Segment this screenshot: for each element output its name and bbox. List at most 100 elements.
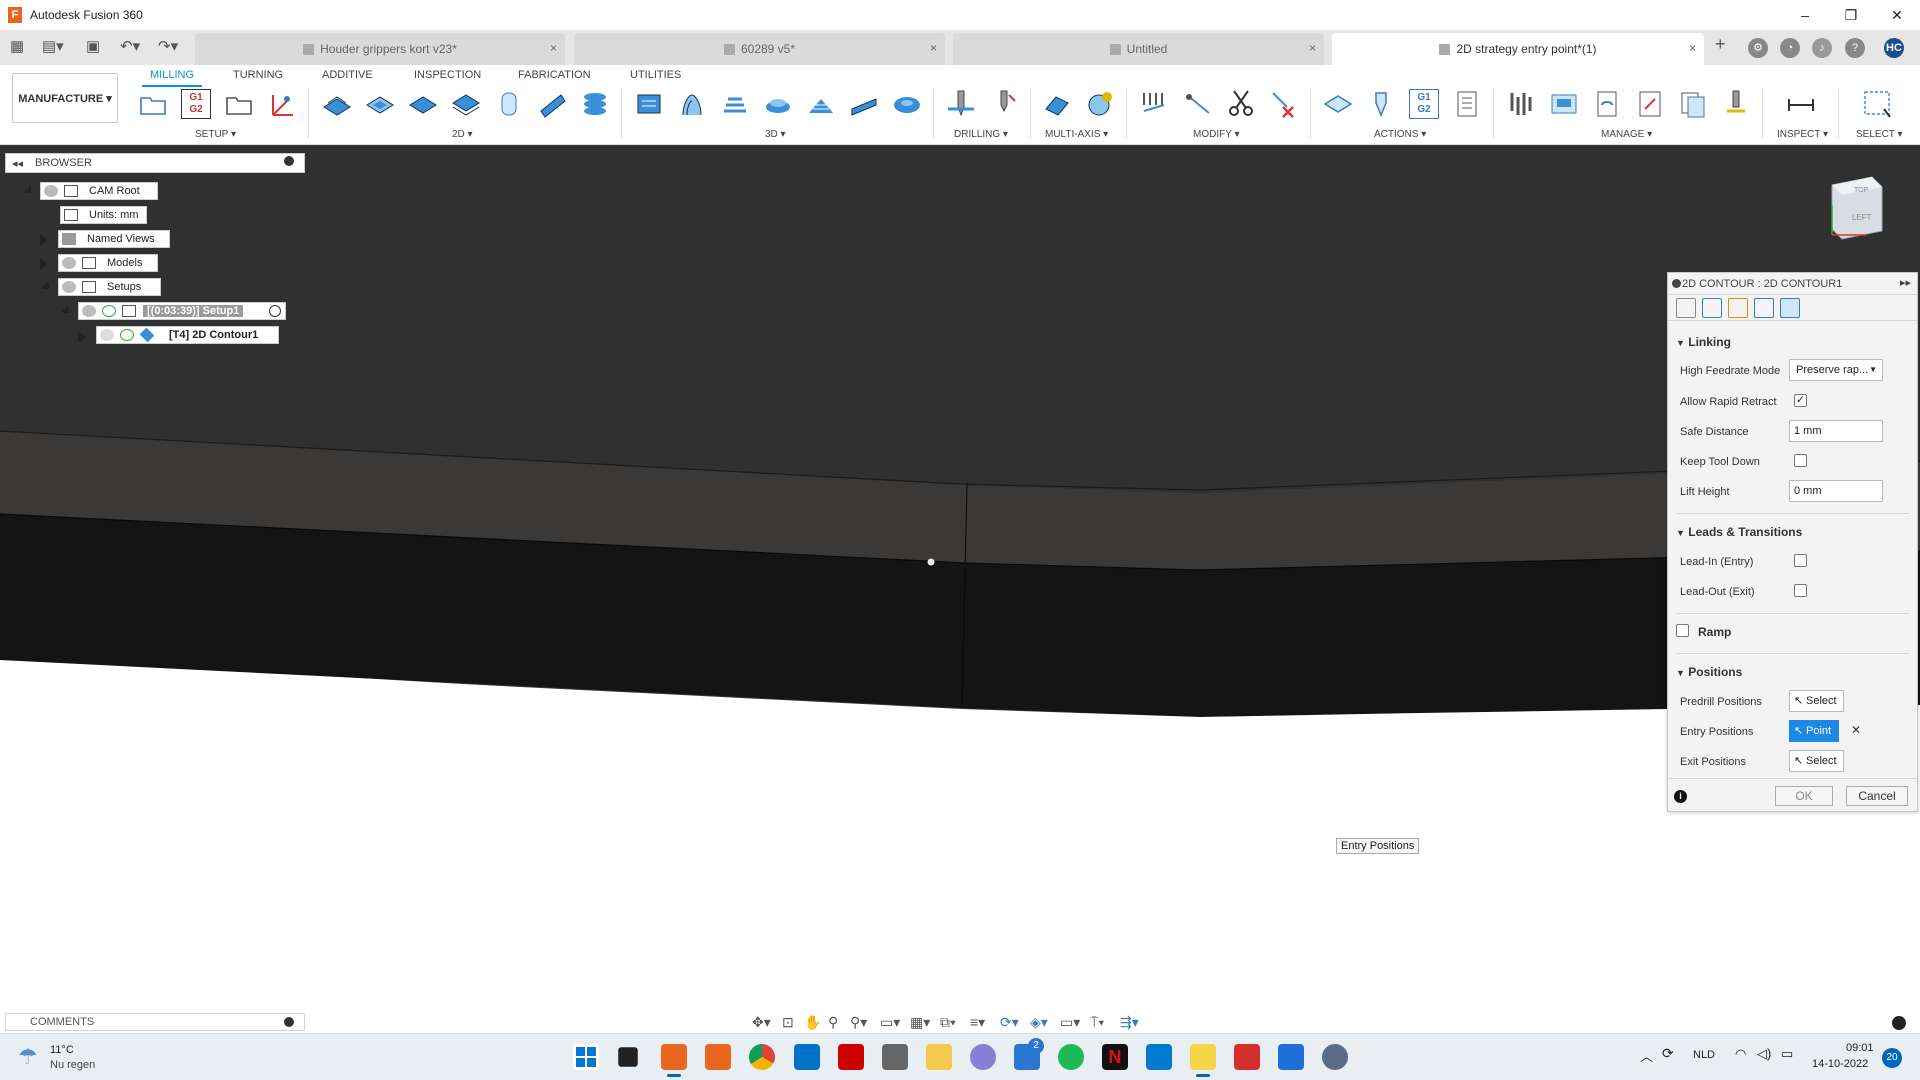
clear-entry-positions-icon[interactable]: ✕ [1851, 723, 1861, 737]
battery-icon[interactable]: ▭ [1781, 1046, 1793, 1062]
multiaxis-group-label[interactable]: MULTI-AXIS ▾ [1045, 129, 1108, 140]
pan-icon[interactable]: ✋ [804, 1014, 821, 1031]
minimize-button[interactable]: – [1782, 0, 1828, 30]
info-icon[interactable]: i [1674, 790, 1687, 803]
leads-section-toggle[interactable]: ▼ Leads & Transitions [1676, 525, 1802, 539]
redo-icon[interactable]: ↷▾ [158, 37, 178, 55]
toolpath-trim-icon[interactable] [1183, 89, 1213, 119]
display-settings-icon[interactable]: ▭▾ [880, 1014, 900, 1031]
machine-display-icon[interactable]: ▭▾ [1060, 1014, 1080, 1031]
clock-date[interactable]: 14-10-2022 [1812, 1058, 1868, 1070]
simulate-machine-icon[interactable] [1366, 89, 1396, 119]
probe-icon[interactable] [1721, 89, 1751, 119]
browser-options-icon[interactable] [284, 156, 294, 166]
tab-60289[interactable]: 60289 v5* × [574, 33, 945, 65]
tab-heights-icon[interactable] [1728, 297, 1748, 318]
lift-height-input[interactable]: 0 mm [1789, 480, 1883, 502]
wcs-icon[interactable] [267, 89, 297, 119]
ribbon-tab-utilities[interactable]: UTILITIES [630, 69, 681, 81]
browser-node-units[interactable]: Units: mm [60, 206, 147, 224]
close-window-button[interactable]: ✕ [1874, 0, 1920, 30]
tab-geometry-icon[interactable] [1702, 297, 1722, 318]
acrobat-icon[interactable] [1234, 1044, 1260, 1070]
task-manager-icon[interactable] [1678, 89, 1708, 119]
machine-library-icon[interactable] [1549, 89, 1579, 119]
job-status-icon[interactable]: ◔ [1780, 38, 1800, 58]
weather-description[interactable]: Nu regen [50, 1059, 95, 1071]
window-select-icon[interactable] [1862, 89, 1892, 119]
delete-toolpath-icon[interactable] [1269, 89, 1299, 119]
ribbon-tab-turning[interactable]: TURNING [233, 69, 283, 81]
simulation-icon[interactable]: ⇶▾ [1120, 1014, 1139, 1031]
fusion-360-app-icon[interactable] [661, 1044, 687, 1077]
ramp-checkbox[interactable] [1676, 624, 1689, 637]
hole-recognition-icon[interactable] [989, 89, 1019, 119]
keep-tool-down-checkbox[interactable] [1794, 454, 1807, 467]
windows-start-icon[interactable] [573, 1044, 599, 1070]
visibility-eye-icon[interactable] [44, 185, 58, 197]
settings-gear-icon[interactable] [1322, 1044, 1348, 1070]
tool-library-icon[interactable] [1506, 89, 1536, 119]
thread-icon[interactable] [580, 89, 610, 119]
notifications-count-badge[interactable]: 20 [1882, 1048, 1902, 1068]
expand-dialog-icon[interactable]: ▸▸ [1900, 276, 1911, 289]
visibility-eye-icon[interactable] [62, 257, 76, 269]
notepad-icon[interactable] [1278, 1044, 1304, 1070]
toolpath-display-icon[interactable]: ⟳▾ [1000, 1014, 1019, 1031]
tab-close-icon[interactable]: × [930, 41, 937, 55]
scissors-icon[interactable] [1226, 89, 1256, 119]
post-library-icon[interactable] [1592, 89, 1622, 119]
chrome-icon[interactable] [749, 1044, 775, 1070]
tool-display-icon[interactable]: ⍑▾ [1090, 1014, 1104, 1031]
allow-rapid-retract-checkbox[interactable]: ✓ [1794, 394, 1807, 407]
radial-icon[interactable] [892, 89, 922, 119]
exit-positions-select-button[interactable]: ↖ Select [1789, 750, 1844, 772]
select-group-label[interactable]: SELECT ▾ [1856, 129, 1903, 140]
fusion-360-alt-icon[interactable] [705, 1044, 731, 1070]
browser-node-models[interactable]: Models [58, 254, 158, 272]
undo-icon[interactable]: ↶▾ [120, 37, 140, 55]
visibility-eye-icon[interactable] [62, 281, 76, 293]
expand-named-views-icon[interactable] [40, 234, 48, 246]
post-process-icon[interactable]: G1 G2 [181, 89, 211, 119]
calculator-icon[interactable] [882, 1044, 908, 1070]
drill-icon[interactable] [946, 89, 976, 119]
tab-close-icon[interactable]: × [550, 41, 557, 55]
ok-button[interactable]: OK [1775, 786, 1833, 806]
drilling-group-label[interactable]: DRILLING ▾ [954, 129, 1008, 140]
ribbon-tab-milling[interactable]: MILLING [141, 69, 203, 87]
3d-pocket-icon[interactable] [677, 89, 707, 119]
steep-shallow-icon[interactable] [720, 89, 750, 119]
comments-panel-header[interactable]: COMMENTS [5, 1013, 305, 1031]
save-icon[interactable]: ▣ [86, 37, 100, 55]
view-cube[interactable]: LEFT TOP [1826, 175, 1888, 240]
visibility-eye-icon[interactable] [82, 305, 96, 317]
stock-display-icon[interactable]: ≡▾ [970, 1014, 985, 1031]
vscode-icon[interactable] [1146, 1044, 1172, 1070]
viewports-icon[interactable]: ⧉▾ [940, 1014, 956, 1031]
browser-node-2d-contour[interactable]: [T4] 2D Contour1 [96, 326, 279, 344]
tab-houder-grippers[interactable]: Houder grippers kort v23* × [195, 33, 565, 65]
grid-icon[interactable]: ▦▾ [910, 1014, 930, 1031]
new-tab-icon[interactable]: + [1715, 34, 1726, 55]
activate-setup-icon[interactable] [269, 305, 281, 317]
2d-pocket-icon[interactable] [365, 89, 395, 119]
collapse-browser-icon[interactable]: ◂◂ [12, 157, 23, 170]
tab-untitled[interactable]: Untitled × [953, 33, 1324, 65]
setup-sheet-icon[interactable] [224, 89, 254, 119]
edit-toolpath-icon[interactable] [1140, 89, 1170, 119]
sticky-notes-icon[interactable] [1190, 1044, 1216, 1077]
photos-icon[interactable] [970, 1044, 996, 1070]
look-at-icon[interactable]: ⊡ [782, 1014, 794, 1031]
horizontal-icon[interactable] [763, 89, 793, 119]
volume-icon[interactable]: ◁) [1757, 1046, 1771, 1062]
sync-icon[interactable]: ⟳ [1662, 1045, 1674, 1062]
text-commands-icon[interactable] [1892, 1016, 1906, 1030]
setup-group-label[interactable]: SETUP ▾ [195, 129, 236, 140]
ribbon-tab-additive[interactable]: ADDITIVE [322, 69, 373, 81]
expand-models-icon[interactable] [40, 258, 48, 270]
help-icon[interactable]: ? [1845, 38, 1865, 58]
ribbon-tab-inspection[interactable]: INSPECTION [414, 69, 481, 81]
manage-group-label[interactable]: MANAGE ▾ [1601, 129, 1652, 140]
extensions-icon[interactable]: ⚙ [1748, 38, 1768, 58]
